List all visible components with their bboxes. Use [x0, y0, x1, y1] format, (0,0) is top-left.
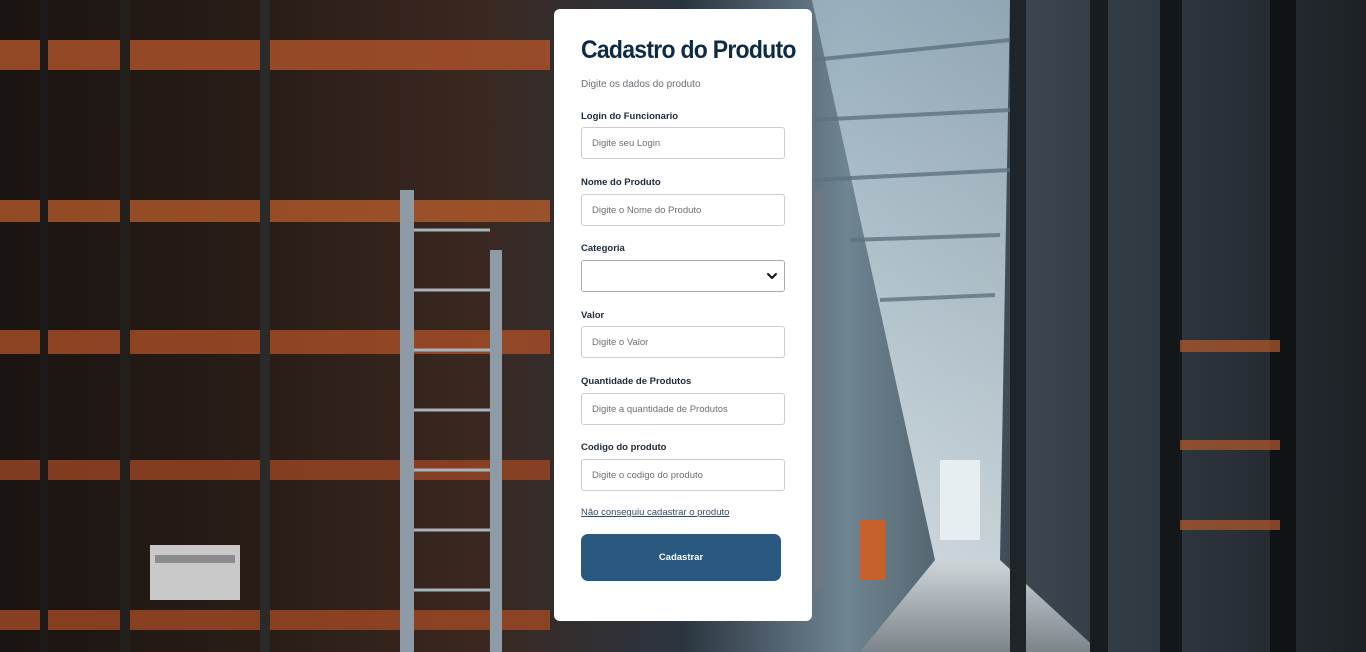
registration-help-link[interactable]: Não conseguiu cadastrar o produto — [581, 507, 729, 518]
product-code-label: Codigo do produto — [581, 442, 667, 453]
product-code-input[interactable] — [581, 459, 785, 491]
chevron-down-icon — [767, 273, 777, 279]
login-label: Login do Funcionario — [581, 111, 679, 122]
category-select[interactable] — [581, 260, 785, 292]
category-label: Categoria — [581, 243, 625, 254]
product-name-input[interactable] — [581, 194, 785, 226]
quantity-input[interactable] — [581, 393, 785, 425]
quantity-label: Quantidade de Produtos — [581, 376, 692, 387]
product-name-label: Nome do Produto — [581, 177, 661, 188]
form-title: Cadastro do Produto — [581, 36, 796, 64]
value-label: Valor — [581, 310, 605, 321]
submit-button[interactable]: Cadastrar — [581, 534, 781, 581]
login-input[interactable] — [581, 127, 785, 159]
form-subtitle: Digite os dados do produto — [581, 79, 701, 90]
product-registration-card: Cadastro do Produto Digite os dados do p… — [554, 9, 812, 621]
value-input[interactable] — [581, 326, 785, 358]
